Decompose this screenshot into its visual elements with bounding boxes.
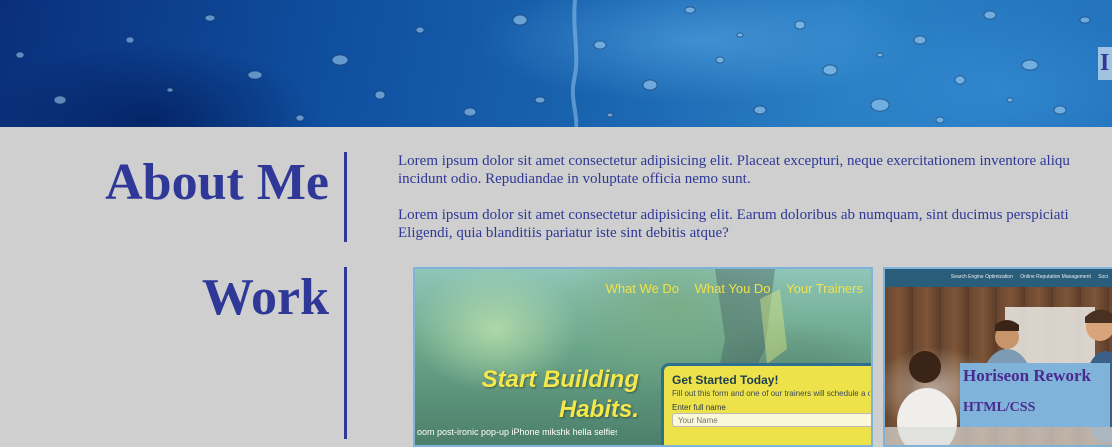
horiseon-topnav: Search Engine Optimization Online Reputa… bbox=[945, 274, 1108, 280]
about-paragraph-1: Lorem ipsum dolor sit amet consectetur a… bbox=[398, 152, 1112, 188]
project-overlay[interactable]: Horiseon Rework HTML/CSS bbox=[960, 363, 1110, 427]
about-p1-line2: incidunt odio. Repudiandae in voluptate … bbox=[398, 171, 751, 187]
project-title[interactable]: Horiseon Rework bbox=[963, 366, 1110, 386]
fitness-nav-item[interactable]: What You Do bbox=[695, 281, 771, 296]
name-field-label: Enter full name bbox=[672, 403, 726, 412]
work-heading: Work bbox=[201, 269, 329, 326]
fitness-nav-item[interactable]: Your Trainers bbox=[786, 281, 863, 296]
horiseon-nav-item[interactable]: Soci bbox=[1098, 274, 1108, 280]
about-p2-line2: Eligendi, quia blanditiis pariatur iste … bbox=[398, 225, 729, 241]
project-tag: HTML/CSS bbox=[963, 400, 1036, 415]
nav-link-partial[interactable]: I bbox=[1098, 47, 1112, 80]
about-paragraph-2: Lorem ipsum dolor sit amet consectetur a… bbox=[398, 206, 1112, 242]
hero-banner: I bbox=[0, 0, 1112, 127]
name-field[interactable] bbox=[672, 413, 871, 427]
about-p1-line1: Lorem ipsum dolor sit amet consectetur a… bbox=[398, 153, 1070, 169]
form-title: Get Started Today! bbox=[672, 373, 779, 387]
about-p2-line1: Lorem ipsum dolor sit amet consectetur a… bbox=[398, 207, 1069, 223]
fitness-subtext: oom post-ironic pop-up iPhone mikshk hel… bbox=[417, 427, 617, 437]
project-card-fitness[interactable]: What We Do What You Do Your Trainers Sta… bbox=[413, 267, 873, 447]
work-divider bbox=[344, 267, 347, 439]
fitness-nav: What We Do What You Do Your Trainers bbox=[594, 281, 863, 296]
project-card-horiseon[interactable]: Search Engine Optimization Online Reputa… bbox=[883, 267, 1112, 447]
signup-form: Get Started Today! Fill out this form an… bbox=[661, 363, 871, 445]
fitness-headline: Start Building Habits. bbox=[439, 365, 639, 425]
about-heading: About Me bbox=[105, 154, 329, 211]
fitness-headline-line2: Habits. bbox=[558, 396, 639, 423]
water-drops-background bbox=[15, 0, 1091, 127]
horiseon-nav-item[interactable]: Search Engine Optimization bbox=[951, 274, 1013, 280]
about-text: Lorem ipsum dolor sit amet consectetur a… bbox=[398, 152, 1112, 260]
about-divider bbox=[344, 152, 347, 242]
horiseon-nav-item[interactable]: Online Reputation Management bbox=[1020, 274, 1091, 280]
form-description: Fill out this form and one of our traine… bbox=[672, 389, 870, 398]
fitness-headline-line1: Start Building bbox=[481, 366, 639, 393]
fitness-nav-item[interactable]: What We Do bbox=[606, 281, 679, 296]
